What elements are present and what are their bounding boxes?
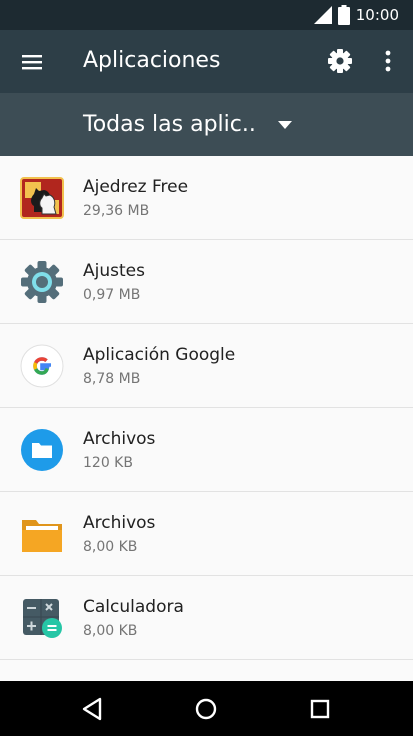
page-title: Aplicaciones xyxy=(83,48,221,73)
app-size: 0,97 MB xyxy=(83,287,141,303)
app-bar: Aplicaciones xyxy=(0,30,413,93)
filter-dropdown[interactable]: Todas las aplic.. xyxy=(83,109,313,141)
gear-icon[interactable] xyxy=(327,48,353,74)
battery-icon xyxy=(337,5,350,25)
app-size: 8,00 KB xyxy=(83,539,138,555)
chess-knight-icon xyxy=(20,177,64,219)
calculator-icon xyxy=(23,599,62,638)
files-blue-folder-icon xyxy=(21,429,63,471)
list-item-archivos-2[interactable]: Archivos 8,00 KB xyxy=(0,492,413,576)
dropdown-arrow-icon xyxy=(278,121,292,129)
filter-bar: Todas las aplic.. xyxy=(0,93,413,156)
app-name: Ajustes xyxy=(83,261,145,281)
back-icon[interactable] xyxy=(78,695,106,723)
google-g-icon xyxy=(20,344,64,388)
list-item-archivos[interactable]: Archivos 120 KB xyxy=(0,408,413,492)
settings-gear-icon xyxy=(21,261,63,303)
orange-folder-icon xyxy=(22,520,62,552)
status-bar: 10:00 xyxy=(0,0,413,30)
status-icons: 10:00 xyxy=(313,5,399,25)
app-name: Ajedrez Free xyxy=(83,177,189,197)
signal-icon xyxy=(313,6,332,24)
status-time: 10:00 xyxy=(355,6,399,24)
app-size: 29,36 MB xyxy=(83,203,150,219)
home-icon[interactable] xyxy=(192,695,220,723)
app-list: Ajedrez Free 29,36 MB Ajustes 0,97 MB Ap… xyxy=(0,156,413,660)
list-item-ajustes[interactable]: Ajustes 0,97 MB xyxy=(0,240,413,324)
more-vert-icon[interactable] xyxy=(378,48,398,74)
app-name: Calculadora xyxy=(83,597,184,617)
app-size: 120 KB xyxy=(83,455,133,471)
app-name: Archivos xyxy=(83,513,156,533)
list-item-ajedrez-free[interactable]: Ajedrez Free 29,36 MB xyxy=(0,156,413,240)
navigation-bar xyxy=(0,681,413,736)
menu-icon[interactable] xyxy=(20,50,44,74)
app-size: 8,00 KB xyxy=(83,623,138,639)
list-item-aplicacion-google[interactable]: Aplicación Google 8,78 MB xyxy=(0,324,413,408)
app-size: 8,78 MB xyxy=(83,371,141,387)
filter-selected-label: Todas las aplic.. xyxy=(83,112,256,137)
app-name: Aplicación Google xyxy=(83,345,236,365)
recents-icon[interactable] xyxy=(306,695,334,723)
app-name: Archivos xyxy=(83,429,156,449)
list-item-calculadora[interactable]: Calculadora 8,00 KB xyxy=(0,576,413,660)
